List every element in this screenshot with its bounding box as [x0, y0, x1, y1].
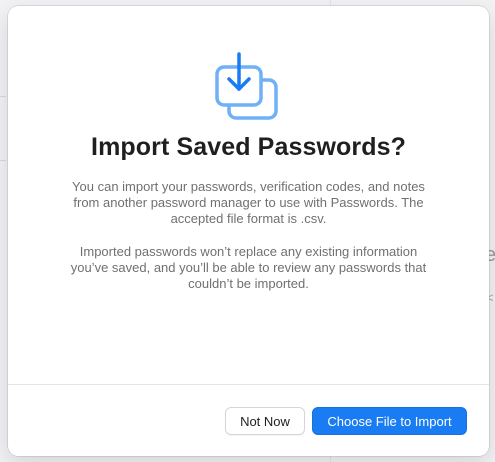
dialog-description: You can import your passwords, verificat… — [72, 179, 425, 226]
dialog-note: Imported passwords won’t replace any exi… — [70, 244, 427, 291]
dialog-title: Import Saved Passwords? — [91, 133, 406, 161]
not-now-button[interactable]: Not Now — [225, 407, 305, 435]
background-separator — [0, 160, 6, 161]
choose-file-button[interactable]: Choose File to Import — [312, 407, 467, 435]
import-download-icon — [214, 52, 284, 124]
background-separator — [0, 96, 6, 97]
footer-divider — [8, 384, 489, 385]
import-passwords-dialog: Import Saved Passwords? You can import y… — [8, 6, 489, 456]
